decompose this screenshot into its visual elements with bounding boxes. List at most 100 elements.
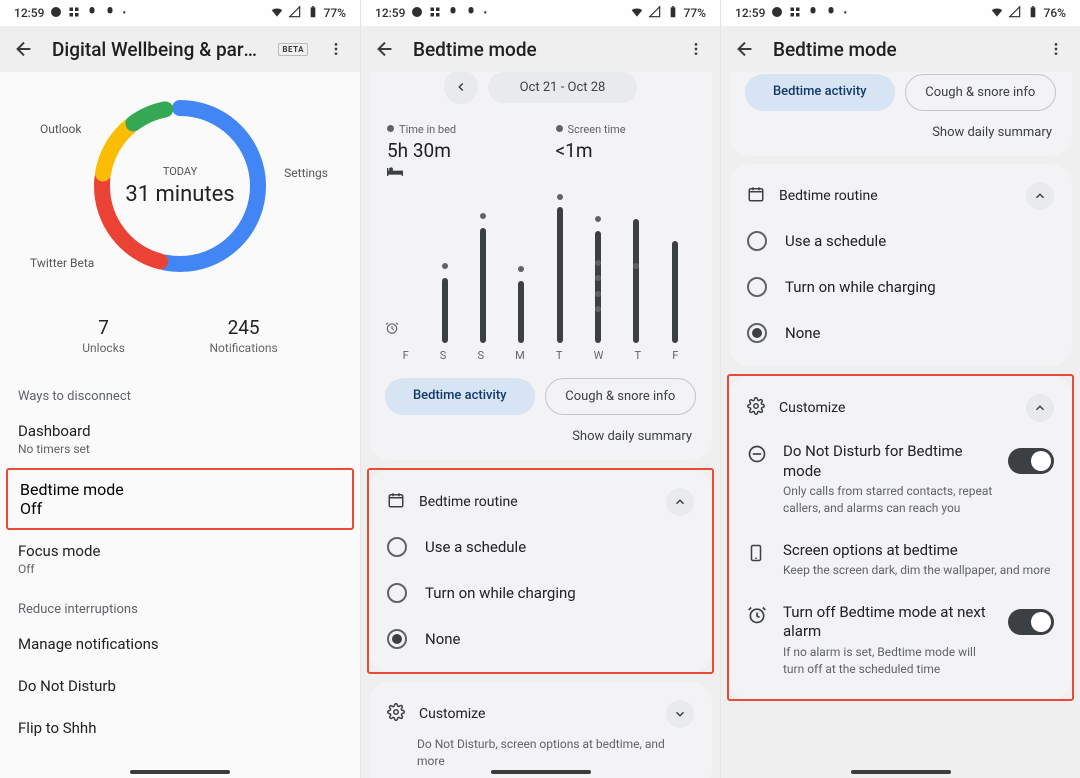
battery-pct: 77% <box>324 6 346 20</box>
radio-checked-icon <box>387 629 407 649</box>
nav-handle[interactable] <box>130 770 230 774</box>
overflow-menu-icon[interactable] <box>684 37 708 61</box>
customize-card-highlighted: Customize Do Not Disturb for Bedtime mod… <box>727 374 1074 701</box>
messenger-icon <box>50 6 62 21</box>
date-range-chip[interactable]: Oct 21 - Oct 28 <box>488 72 638 103</box>
chevron-up-icon[interactable] <box>1026 394 1054 422</box>
radio-icon <box>747 277 767 297</box>
status-time: 12:59 <box>375 6 405 20</box>
toggle-on[interactable] <box>1008 448 1054 474</box>
option-none[interactable]: None <box>369 616 712 662</box>
customize-header[interactable]: Customize <box>729 386 1072 430</box>
usage-donut[interactable]: TODAY 31 minutes Outlook Settings Twitte… <box>80 86 280 286</box>
messenger-icon <box>411 6 423 21</box>
status-bar: 12:59 • 77% <box>361 0 720 26</box>
battery-pct: 77% <box>684 6 706 20</box>
customize-card[interactable]: Customize Do Not Disturb, screen options… <box>369 682 712 778</box>
calendar-icon <box>747 185 765 207</box>
battery-icon <box>1026 5 1040 22</box>
app-label-outlook: Outlook <box>40 122 81 136</box>
back-icon[interactable] <box>733 37 757 61</box>
show-daily-summary-link[interactable]: Show daily summary <box>369 419 712 450</box>
option-use-schedule[interactable]: Use a schedule <box>369 524 712 570</box>
item-do-not-disturb[interactable]: Do Not Disturb <box>0 665 360 707</box>
overflow-menu-icon[interactable] <box>324 37 348 61</box>
option-use-schedule[interactable]: Use a schedule <box>729 218 1072 264</box>
routine-header[interactable]: Bedtime routine <box>369 480 712 524</box>
page-title: Digital Wellbeing & pare… <box>52 38 262 61</box>
status-time: 12:59 <box>735 6 765 20</box>
item-dashboard[interactable]: Dashboard No timers set <box>0 410 360 468</box>
calendar-icon <box>387 491 405 513</box>
setting-dnd-bedtime[interactable]: Do Not Disturb for Bedtime mode Only cal… <box>729 430 1072 529</box>
battery-icon <box>306 5 320 22</box>
signal-icon <box>648 5 662 22</box>
gear-icon <box>387 703 405 725</box>
option-turn-on-charging[interactable]: Turn on while charging <box>729 264 1072 310</box>
activity-card: Oct 21 - Oct 28 Time in bed 5h 30m Scree… <box>369 72 712 460</box>
beta-badge: BETA <box>278 43 308 56</box>
chevron-up-icon[interactable] <box>1026 182 1054 210</box>
donut-label: TODAY <box>163 165 197 178</box>
app-label-settings: Settings <box>284 166 328 180</box>
stat-unlocks[interactable]: 7 Unlocks <box>82 316 125 355</box>
back-icon[interactable] <box>373 37 397 61</box>
bedtime-chart[interactable] <box>387 188 694 343</box>
dnd-icon <box>747 442 769 468</box>
app-icon <box>86 6 98 21</box>
wifi-icon <box>990 5 1004 22</box>
page-title: Bedtime mode <box>413 38 668 61</box>
tab-cough-snore[interactable]: Cough & snore info <box>905 74 1057 111</box>
status-time: 12:59 <box>14 6 44 20</box>
tab-bedtime-activity[interactable]: Bedtime activity <box>385 378 535 415</box>
bedtime-routine-card-highlighted: Bedtime routine Use a schedule Turn on w… <box>367 468 714 674</box>
toggle-on[interactable] <box>1008 609 1054 635</box>
status-bar: 12:59 • 77% <box>0 0 360 26</box>
day-labels: FSSMTWTF <box>369 343 712 362</box>
messenger-icon <box>771 6 783 21</box>
item-focus-mode[interactable]: Focus mode Off <box>0 530 360 588</box>
legend-screen-time: Screen time <1m <box>556 118 695 162</box>
slack-icon <box>789 6 801 21</box>
routine-header[interactable]: Bedtime routine <box>729 174 1072 218</box>
prev-week-button[interactable] <box>444 72 478 104</box>
battery-pct: 76% <box>1044 6 1066 20</box>
item-bedtime-mode[interactable]: Bedtime mode Off <box>6 468 354 530</box>
legend-time-in-bed: Time in bed 5h 30m <box>387 118 526 162</box>
option-turn-on-charging[interactable]: Turn on while charging <box>369 570 712 616</box>
section-reduce-interruptions: Reduce interruptions <box>0 588 360 623</box>
donut-value: 31 minutes <box>125 182 234 207</box>
alarm-icon <box>747 603 769 629</box>
item-manage-notifications[interactable]: Manage notifications <box>0 623 360 665</box>
gear-icon <box>747 397 765 419</box>
chevron-up-icon[interactable] <box>666 488 694 516</box>
option-none[interactable]: None <box>729 310 1072 356</box>
stat-notifications[interactable]: 245 Notifications <box>210 316 278 355</box>
tab-cough-snore[interactable]: Cough & snore info <box>545 378 697 415</box>
chevron-down-icon[interactable] <box>666 700 694 728</box>
app-bar: Digital Wellbeing & pare… BETA <box>0 26 360 72</box>
tab-bedtime-activity[interactable]: Bedtime activity <box>745 74 895 111</box>
nav-handle[interactable] <box>851 770 951 774</box>
setting-screen-options[interactable]: Screen options at bedtime Keep the scree… <box>729 529 1072 591</box>
signal-icon <box>1008 5 1022 22</box>
back-icon[interactable] <box>12 37 36 61</box>
radio-checked-icon <box>747 323 767 343</box>
app-icon <box>825 6 837 21</box>
app-icon <box>465 6 477 21</box>
overflow-menu-icon[interactable] <box>1044 37 1068 61</box>
show-daily-summary-link[interactable]: Show daily summary <box>729 115 1072 146</box>
battery-icon <box>666 5 680 22</box>
app-icon <box>807 6 819 21</box>
item-flip-to-shhh[interactable]: Flip to Shhh <box>0 707 360 749</box>
phone-icon <box>747 541 769 567</box>
slack-icon <box>429 6 441 21</box>
nav-handle[interactable] <box>491 770 591 774</box>
setting-turn-off-at-alarm[interactable]: Turn off Bedtime mode at next alarm If n… <box>729 591 1072 690</box>
slack-icon <box>68 6 80 21</box>
app-bar: Bedtime mode <box>361 26 720 72</box>
phone-screen-2: 12:59 • 77% Bedtime mode <box>360 0 720 778</box>
content: Oct 21 - Oct 28 Time in bed 5h 30m Scree… <box>361 72 720 778</box>
status-bar: 12:59 • 76% <box>721 0 1080 26</box>
app-icon <box>104 6 116 21</box>
